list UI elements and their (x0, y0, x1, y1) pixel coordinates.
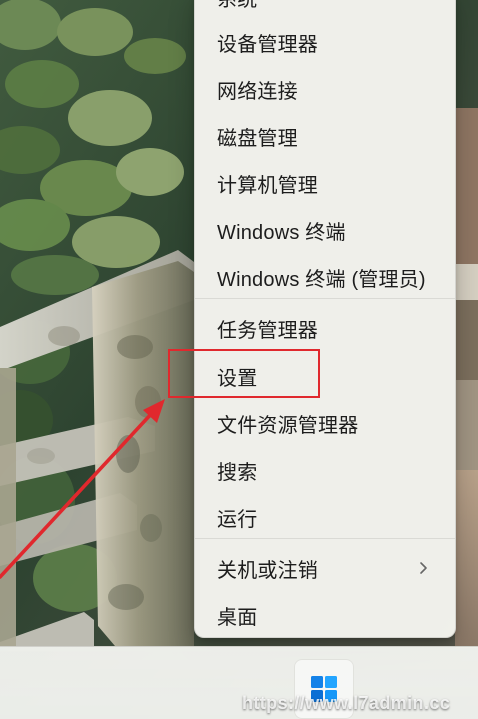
menu-item-task-manager[interactable]: 任务管理器 (195, 306, 455, 350)
menu-item-computer-management-label: 计算机管理 (217, 174, 318, 197)
menu-item-search-label: 搜索 (217, 461, 258, 484)
watermark-url: https://www.l7admin.cc (242, 693, 451, 713)
menu-item-system-label: 系统 (217, 0, 257, 12)
menu-separator-1 (195, 298, 455, 299)
menu-item-settings[interactable]: 设置 (195, 354, 455, 398)
menu-item-windows-terminal-admin-label: Windows 终端 (管理员) (217, 268, 426, 291)
menu-separator-2 (195, 538, 455, 539)
menu-item-shutdown-signout[interactable]: 关机或注销 (195, 546, 455, 590)
chevron-right-icon (420, 562, 427, 574)
menu-item-run[interactable]: 运行 (195, 495, 455, 539)
menu-item-windows-terminal[interactable]: Windows 终端 (195, 208, 455, 252)
menu-item-desktop-label: 桌面 (217, 606, 258, 629)
menu-item-shutdown-signout-label: 关机或注销 (217, 559, 318, 582)
menu-item-network-connections-label: 网络连接 (217, 80, 298, 103)
menu-item-windows-terminal-label: Windows 终端 (217, 221, 346, 244)
menu-item-run-label: 运行 (217, 508, 258, 531)
menu-item-windows-terminal-admin[interactable]: Windows 终端 (管理员) (195, 255, 455, 299)
menu-item-task-manager-label: 任务管理器 (217, 319, 318, 342)
menu-item-system-partial[interactable]: 系统 (195, 0, 455, 19)
menu-item-settings-label: 设置 (217, 367, 258, 390)
menu-item-desktop[interactable]: 桌面 (195, 593, 455, 637)
menu-item-device-manager[interactable]: 设备管理器 (195, 20, 455, 64)
menu-item-file-explorer-label: 文件资源管理器 (217, 414, 359, 437)
menu-item-disk-management[interactable]: 磁盘管理 (195, 114, 455, 158)
background-right-structure (455, 108, 478, 648)
menu-item-search[interactable]: 搜索 (195, 448, 455, 492)
menu-item-disk-management-label: 磁盘管理 (217, 127, 298, 150)
menu-item-device-manager-label: 设备管理器 (217, 33, 318, 56)
start-context-menu: 系统 设备管理器 网络连接 磁盘管理 计算机管理 Windows 终端 Wind… (194, 0, 456, 638)
menu-item-file-explorer[interactable]: 文件资源管理器 (195, 401, 455, 445)
menu-item-computer-management[interactable]: 计算机管理 (195, 161, 455, 205)
menu-item-network-connections[interactable]: 网络连接 (195, 67, 455, 111)
